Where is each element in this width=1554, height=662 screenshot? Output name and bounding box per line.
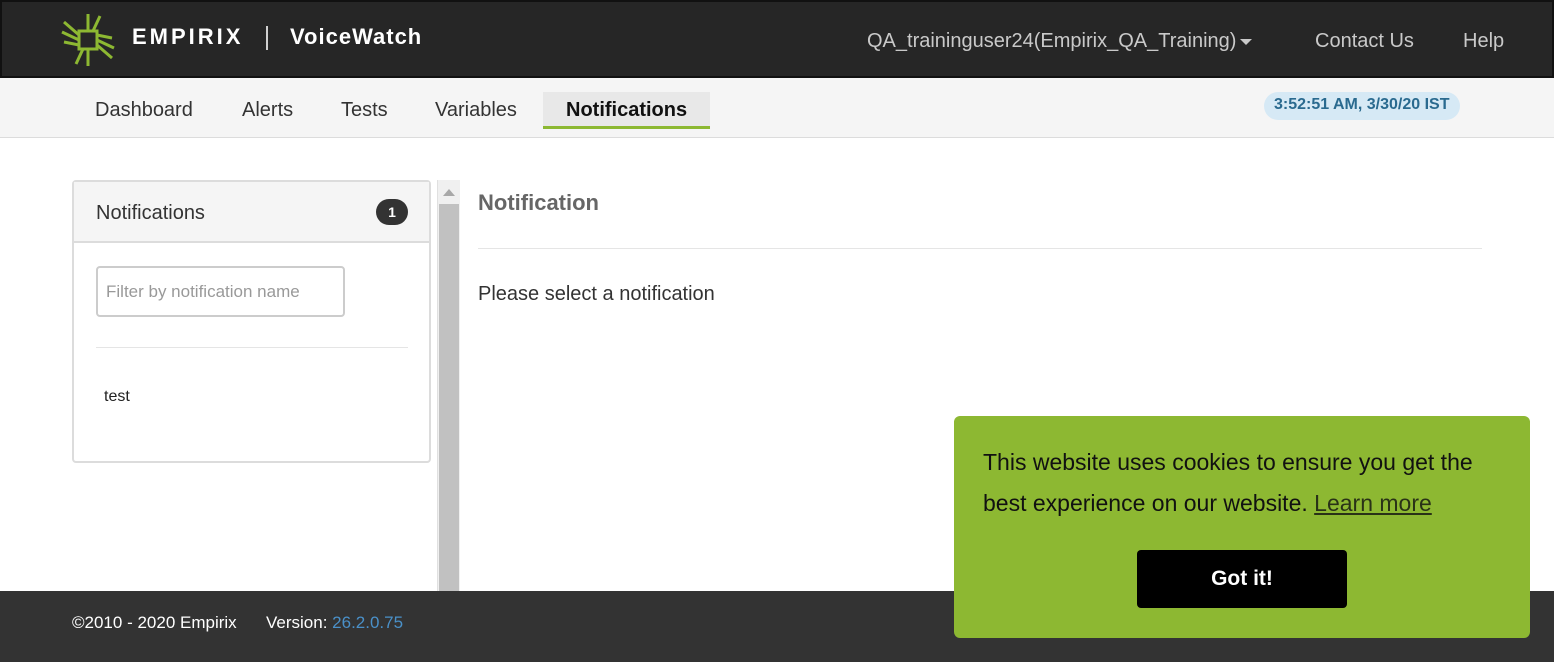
- help-link[interactable]: Help: [1463, 30, 1504, 53]
- panel-divider: [96, 347, 408, 348]
- cookie-banner: This website uses cookies to ensure you …: [954, 416, 1530, 638]
- count-badge: 1: [376, 199, 408, 225]
- tab-variables[interactable]: Variables: [435, 92, 517, 129]
- tab-tests[interactable]: Tests: [341, 92, 388, 129]
- version-info: Version: 26.2.0.75: [266, 613, 403, 633]
- empirix-logo-icon[interactable]: [60, 12, 116, 68]
- panel-header: Notifications 1: [74, 182, 429, 243]
- detail-title: Notification: [478, 190, 599, 215]
- clock-badge: 3:52:51 AM, 3/30/20 IST: [1264, 92, 1460, 120]
- version-value[interactable]: 26.2.0.75: [332, 613, 403, 632]
- user-menu-label: QA_traininguser24(Empirix_QA_Training): [867, 30, 1237, 52]
- detail-divider: [478, 248, 1482, 249]
- tab-alerts[interactable]: Alerts: [242, 92, 293, 129]
- scroll-up-icon[interactable]: [443, 189, 455, 196]
- copyright-text: ©2010 - 2020 Empirix: [72, 613, 237, 632]
- filter-input[interactable]: [96, 266, 345, 317]
- product-name: VoiceWatch: [290, 24, 423, 49]
- tab-notifications[interactable]: Notifications: [543, 92, 711, 129]
- scroll-thumb[interactable]: [439, 204, 459, 592]
- scrollbar[interactable]: [437, 180, 460, 592]
- brand-name: EMPIRIX: [132, 24, 244, 49]
- top-header: EMPIRIX VoiceWatch QA_traininguser24(Emp…: [0, 0, 1554, 78]
- notifications-panel: Notifications 1 test: [72, 180, 431, 463]
- cookie-message-block: This website uses cookies to ensure you …: [983, 442, 1513, 524]
- learn-more-link[interactable]: Learn more: [1314, 490, 1432, 516]
- tab-dashboard[interactable]: Dashboard: [95, 92, 193, 129]
- notification-list-item[interactable]: test: [104, 388, 130, 406]
- caret-down-icon: [1240, 38, 1253, 45]
- panel-title: Notifications: [96, 202, 205, 224]
- accept-cookies-button[interactable]: Got it!: [1137, 550, 1347, 608]
- user-menu[interactable]: QA_traininguser24(Empirix_QA_Training): [867, 30, 1253, 53]
- version-label: Version:: [266, 613, 328, 632]
- main-nav: Dashboard Alerts Tests Variables Notific…: [0, 78, 1554, 138]
- detail-message: Please select a notification: [478, 283, 715, 305]
- brand-divider: [266, 26, 268, 50]
- contact-us-link[interactable]: Contact Us: [1315, 30, 1414, 53]
